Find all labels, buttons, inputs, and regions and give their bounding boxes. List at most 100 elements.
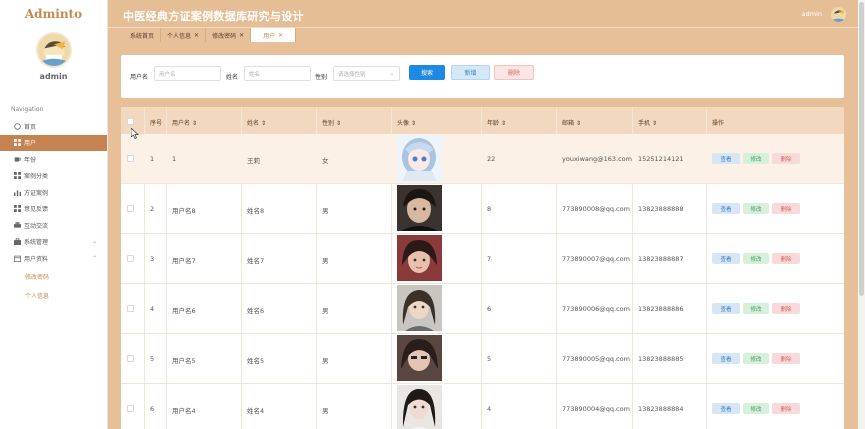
delete-button[interactable]: 删除 bbox=[494, 65, 534, 80]
edit-button[interactable]: 修改 bbox=[743, 303, 769, 314]
gender-label: 性别 bbox=[315, 74, 328, 81]
delete-row-button[interactable]: 删除 bbox=[772, 403, 800, 414]
view-button[interactable]: 查看 bbox=[712, 253, 740, 264]
row-checkbox[interactable] bbox=[127, 405, 134, 412]
col-header-avatar[interactable]: 头像 ⇕ bbox=[397, 118, 416, 127]
gender-select[interactable]: 请选择性别 ⌄ bbox=[333, 66, 400, 81]
sidebar-item-prescription-cases[interactable]: 方证案例 bbox=[0, 184, 107, 201]
view-button[interactable]: 查看 bbox=[712, 303, 740, 314]
cell-phone: 15251214121 bbox=[638, 155, 684, 163]
cell-age: 6 bbox=[487, 305, 492, 313]
row-checkbox[interactable] bbox=[127, 205, 134, 212]
close-icon[interactable]: ✕ bbox=[194, 32, 199, 39]
user-avatar[interactable] bbox=[35, 32, 72, 68]
edit-button[interactable]: 修改 bbox=[743, 253, 769, 264]
table-row[interactable]: 6 用户名4 姓名4 男 4 773890004@qq.com 13823888… bbox=[121, 384, 844, 429]
edit-button[interactable]: 修改 bbox=[743, 353, 769, 364]
cell-phone: 13823888888 bbox=[638, 205, 684, 213]
sidebar-item-users[interactable]: 用户 bbox=[0, 134, 107, 151]
nav-title: Navigation bbox=[11, 106, 44, 113]
delete-row-button[interactable]: 删除 bbox=[772, 353, 800, 364]
view-button[interactable]: 查看 bbox=[712, 353, 740, 364]
sidebar-item-home[interactable]: 首页 bbox=[0, 118, 107, 135]
sidebar-item-interaction[interactable]: 互动交流 bbox=[0, 217, 107, 234]
sort-icon: ⇕ bbox=[500, 120, 506, 127]
tab-bar: 系统首页 个人信息 ✕ 修改密码 ✕ 用户 ✕ bbox=[108, 28, 858, 42]
header-username[interactable]: admin bbox=[802, 10, 822, 18]
col-header-label: 手机 bbox=[638, 120, 651, 127]
add-button[interactable]: 新增 bbox=[451, 65, 490, 80]
cell-age: 22 bbox=[487, 155, 496, 163]
sidebar-item-feedback[interactable]: 意见反馈 bbox=[0, 201, 107, 218]
sidebar-item-label: 互动交流 bbox=[24, 222, 49, 230]
col-header-username[interactable]: 用户名 ⇕ bbox=[172, 118, 197, 127]
view-button[interactable]: 查看 bbox=[712, 203, 740, 214]
grid-icon bbox=[14, 205, 21, 213]
row-checkbox[interactable] bbox=[127, 255, 134, 262]
username-input[interactable]: 用户名 bbox=[154, 66, 221, 81]
avatar-image bbox=[831, 7, 846, 22]
sidebar-item-year[interactable]: 年份 bbox=[0, 151, 107, 168]
col-header-label: 姓名 bbox=[247, 120, 260, 127]
name-input[interactable]: 姓名 bbox=[244, 66, 311, 81]
table-row[interactable]: 2 用户名8 姓名8 男 8 773890008@qq.com 13823888… bbox=[121, 184, 844, 234]
table-row[interactable]: 1 1 王莉 女 22 youxiwang@163.com 1525121412… bbox=[121, 134, 844, 184]
cell-phone: 13823888885 bbox=[638, 355, 684, 363]
delete-row-button[interactable]: 删除 bbox=[772, 153, 800, 164]
cell-email: 773890008@qq.com bbox=[562, 205, 630, 213]
page-scrollbar-thumb[interactable] bbox=[859, 2, 864, 296]
sidebar-item-system-management[interactable]: 系统管理 ⌄ bbox=[0, 234, 107, 251]
sort-icon: ⇕ bbox=[260, 120, 266, 127]
cell-name: 姓名7 bbox=[247, 257, 265, 265]
col-header-name[interactable]: 姓名 ⇕ bbox=[247, 118, 266, 127]
header-avatar[interactable] bbox=[831, 7, 846, 22]
tab-change-password[interactable]: 修改密码 ✕ bbox=[206, 28, 252, 42]
print-icon bbox=[14, 221, 21, 229]
sidebar-item-label: 案例分类 bbox=[24, 173, 49, 181]
tab-personal-info[interactable]: 个人信息 ✕ bbox=[161, 28, 207, 42]
close-icon[interactable]: ✕ bbox=[239, 32, 244, 39]
view-button[interactable]: 查看 bbox=[712, 153, 740, 164]
grid-icon bbox=[14, 172, 21, 180]
view-button[interactable]: 查看 bbox=[712, 403, 740, 414]
edit-button[interactable]: 修改 bbox=[743, 203, 769, 214]
avatar-image bbox=[37, 34, 70, 66]
col-header-gender[interactable]: 性别 ⇕ bbox=[322, 118, 341, 127]
delete-row-button[interactable]: 删除 bbox=[772, 303, 800, 314]
sidebar-subitem-change-password[interactable]: 修改密码 bbox=[0, 267, 107, 286]
col-header-email[interactable]: 邮箱 ⇕ bbox=[562, 118, 581, 127]
col-header-label: 性别 bbox=[322, 120, 335, 127]
delete-row-button[interactable]: 删除 bbox=[772, 203, 800, 214]
cell-username: 用户名8 bbox=[172, 207, 196, 215]
delete-row-button[interactable]: 删除 bbox=[772, 253, 800, 264]
cell-gender: 男 bbox=[322, 257, 329, 265]
sidebar-item-label: 用户资料 bbox=[24, 255, 49, 263]
close-icon[interactable]: ✕ bbox=[278, 32, 283, 39]
row-checkbox[interactable] bbox=[127, 305, 134, 312]
mouse-cursor-icon bbox=[130, 124, 139, 143]
cell-age: 4 bbox=[487, 405, 492, 413]
table-row[interactable]: 3 用户名7 姓名7 男 7 773890007@qq.com 13823888… bbox=[121, 234, 844, 284]
sidebar-item-case-category[interactable]: 案例分类 bbox=[0, 168, 107, 185]
cell-no: 6 bbox=[150, 405, 155, 413]
tab-label: 用户 bbox=[263, 32, 276, 40]
tab-users[interactable]: 用户 ✕ bbox=[251, 28, 297, 42]
col-header-age[interactable]: 年龄 ⇕ bbox=[487, 118, 506, 127]
table-row[interactable]: 4 用户名6 姓名6 男 6 773890006@qq.com 13823888… bbox=[121, 284, 844, 334]
col-header-phone[interactable]: 手机 ⇕ bbox=[638, 118, 657, 127]
user-avatar-photo bbox=[397, 185, 442, 231]
edit-button[interactable]: 修改 bbox=[743, 153, 769, 164]
search-button[interactable]: 搜索 bbox=[409, 65, 445, 80]
cell-age: 7 bbox=[487, 255, 492, 263]
name-label: 姓名 bbox=[226, 74, 239, 81]
row-checkbox[interactable] bbox=[127, 355, 134, 362]
cell-username: 用户名7 bbox=[172, 257, 196, 265]
table-header: 序号 用户名 ⇕ 姓名 ⇕ 性别 ⇕ 头像 ⇕ 年龄 ⇕ 邮箱 ⇕ 手机 ⇕ 操… bbox=[121, 107, 844, 134]
tab-label: 个人信息 bbox=[167, 32, 192, 40]
tab-home[interactable]: 系统首页 bbox=[124, 28, 162, 42]
row-checkbox[interactable] bbox=[127, 155, 134, 162]
table-row[interactable]: 5 用户名5 姓名5 男 5 773890005@qq.com 13823888… bbox=[121, 334, 844, 384]
edit-button[interactable]: 修改 bbox=[743, 403, 769, 414]
sidebar-subitem-personal-info[interactable]: 个人信息 bbox=[0, 286, 107, 305]
sidebar-item-user-profile[interactable]: 用户资料 ⌃ bbox=[0, 250, 107, 267]
